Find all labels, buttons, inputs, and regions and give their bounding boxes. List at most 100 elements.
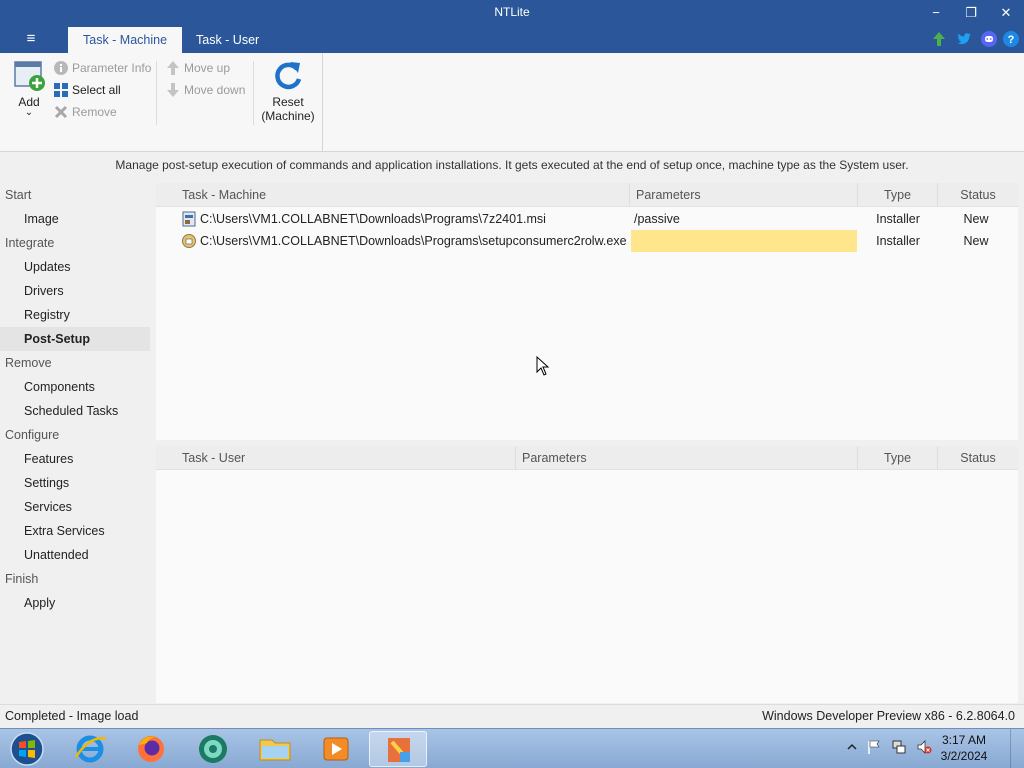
status-text: Completed - Image load [5, 709, 139, 723]
page-description: Manage post-setup execution of commands … [0, 152, 1024, 178]
clock-date: 3/2/2024 [940, 749, 988, 763]
volume-muted-icon[interactable] [916, 739, 932, 755]
machine-task-grid: Task - Machine Parameters Type Status C:… [156, 183, 1018, 440]
help-icon[interactable]: ? [1002, 30, 1020, 48]
show-hidden-icons-arrow-icon[interactable] [844, 739, 860, 755]
chevron-down-icon: ⌄ [24, 107, 34, 118]
status-bar: Completed - Image load Windows Developer… [0, 704, 1024, 728]
move-up-button[interactable]: Move up [165, 58, 230, 78]
task-parameters[interactable]: /passive [634, 208, 856, 230]
sidebar-item-extra-services[interactable]: Extra Services [0, 519, 150, 543]
column-header-parameters[interactable]: Parameters [516, 446, 858, 470]
info-icon [54, 61, 68, 75]
column-header-status[interactable]: Status [938, 446, 1018, 470]
sidebar-item-post-setup[interactable]: Post-Setup [0, 327, 150, 351]
move-up-label: Move up [184, 61, 231, 75]
task-parameters[interactable] [631, 230, 857, 252]
ribbon-toolbar: Add ⌄ Parameter Info Select all Remove M… [0, 53, 1024, 152]
column-header-task-machine[interactable]: Task - Machine [176, 183, 630, 207]
taskbar-ntlite[interactable] [369, 731, 427, 767]
internet-explorer-icon [74, 735, 107, 763]
select-all-icon [54, 83, 68, 97]
task-type: Installer [876, 234, 920, 248]
show-desktop-button[interactable] [1010, 729, 1024, 768]
update-arrow-icon[interactable] [930, 30, 948, 48]
svg-text:?: ? [1008, 34, 1015, 46]
remove-button[interactable]: Remove [53, 102, 117, 122]
menu-icon[interactable]: ≡ [18, 30, 44, 50]
task-path: C:\Users\VM1.COLLABNET\Downloads\Program… [200, 212, 546, 226]
twitter-icon[interactable] [955, 30, 973, 48]
network-icon[interactable] [891, 739, 907, 755]
maximize-button[interactable]: ❐ [960, 3, 982, 23]
sidebar: Start Image Integrate Updates Drivers Re… [0, 183, 150, 703]
taskbar-media-player[interactable] [307, 731, 365, 767]
ribbon-tab-bar: ≡ Task - Machine Task - User ? [0, 26, 1024, 53]
sidebar-item-registry[interactable]: Registry [0, 303, 150, 327]
arrow-down-icon [167, 83, 179, 97]
add-button[interactable]: Add ⌄ [9, 59, 49, 129]
parameter-info-button[interactable]: Parameter Info [53, 58, 151, 78]
sidebar-item-apply[interactable]: Apply [0, 591, 150, 615]
user-task-grid: Task - User Parameters Type Status [156, 446, 1018, 703]
close-button[interactable]: ✕ [995, 3, 1017, 23]
column-header-parameters[interactable]: Parameters [630, 183, 858, 207]
sidebar-category-remove: Remove [5, 356, 52, 370]
column-header-type[interactable]: Type [858, 446, 938, 470]
taskbar-file-explorer[interactable] [246, 731, 304, 767]
sidebar-item-image[interactable]: Image [0, 207, 150, 231]
ntlite-icon [388, 738, 410, 762]
sidebar-item-unattended[interactable]: Unattended [0, 543, 150, 567]
media-player-icon [323, 737, 349, 761]
select-all-label: Select all [72, 83, 121, 97]
sidebar-category-start: Start [5, 188, 32, 202]
move-down-button[interactable]: Move down [165, 80, 245, 100]
sidebar-item-services[interactable]: Services [0, 495, 150, 519]
reset-label-line1: Reset [272, 95, 304, 109]
add-task-icon [14, 61, 45, 91]
windows-start-orb-icon[interactable] [8, 731, 46, 767]
tab-task-machine[interactable]: Task - Machine [68, 27, 183, 53]
table-row[interactable]: C:\Users\VM1.COLLABNET\Downloads\Program… [156, 230, 1018, 252]
discord-icon[interactable] [980, 30, 998, 48]
file-explorer-icon [259, 739, 291, 761]
sidebar-item-features[interactable]: Features [0, 447, 150, 471]
taskbar-internet-explorer[interactable] [61, 731, 119, 767]
sidebar-item-updates[interactable]: Updates [0, 255, 150, 279]
taskbar-chat-app[interactable] [184, 731, 242, 767]
msi-installer-icon [182, 211, 196, 227]
move-down-label: Move down [184, 83, 246, 97]
parameter-info-label: Parameter Info [72, 61, 152, 75]
clock-time: 3:17 AM [941, 733, 987, 747]
taskbar-clock[interactable]: 3:17 AM 3/2/2024 [934, 732, 994, 764]
ribbon-group-divider [322, 53, 323, 152]
title-bar: NTLite − ❐ ✕ [0, 0, 1024, 26]
column-header-task-user[interactable]: Task - User [176, 446, 516, 470]
taskbar-firefox[interactable] [122, 731, 180, 767]
select-all-button[interactable]: Select all [53, 80, 121, 100]
sidebar-category-integrate: Integrate [5, 236, 55, 250]
task-type: Installer [876, 212, 920, 226]
ribbon-separator [156, 61, 157, 125]
minimize-button[interactable]: − [925, 3, 947, 23]
sidebar-item-settings[interactable]: Settings [0, 471, 150, 495]
reset-machine-button[interactable]: Reset (Machine) [258, 59, 318, 131]
exe-installer-icon [182, 234, 196, 248]
sidebar-item-scheduled-tasks[interactable]: Scheduled Tasks [0, 399, 150, 423]
os-version-text: Windows Developer Preview x86 - 6.2.8064… [762, 709, 1015, 723]
sidebar-category-finish: Finish [5, 572, 39, 586]
column-header-status[interactable]: Status [938, 183, 1018, 207]
chat-app-icon [199, 735, 227, 763]
action-center-flag-icon[interactable] [866, 739, 882, 755]
sidebar-item-drivers[interactable]: Drivers [0, 279, 150, 303]
table-row[interactable]: C:\Users\VM1.COLLABNET\Downloads\Program… [156, 208, 1018, 230]
reset-label-line2: (Machine) [261, 109, 315, 123]
remove-label: Remove [72, 105, 117, 119]
mouse-cursor-icon [536, 356, 550, 376]
window-title: NTLite [494, 5, 530, 19]
sidebar-item-components[interactable]: Components [0, 375, 150, 399]
reset-refresh-icon [275, 62, 302, 90]
column-header-type[interactable]: Type [858, 183, 938, 207]
tab-task-user[interactable]: Task - User [181, 27, 274, 53]
user-grid-header: Task - User Parameters Type Status [156, 446, 1018, 470]
